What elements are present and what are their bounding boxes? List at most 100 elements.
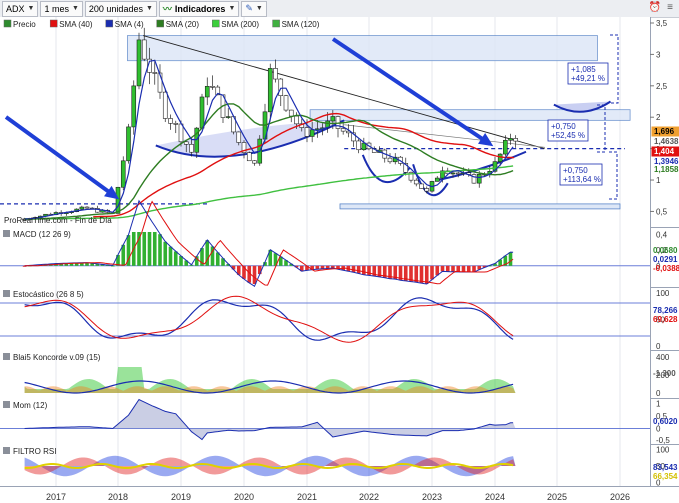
measure-box-top-text: +49,21 % xyxy=(571,74,605,83)
panel-value-label: 69,628 xyxy=(653,315,678,324)
candle-body xyxy=(178,123,184,143)
x-tick-label: 2017 xyxy=(46,492,66,502)
x-tick-label: 2022 xyxy=(359,492,379,502)
panel-icon xyxy=(3,447,10,454)
candle-body xyxy=(294,115,299,125)
chevron-down-icon: ▼ xyxy=(145,5,153,12)
panel-value-label: 78,266 xyxy=(653,306,678,315)
macd-histogram-bar xyxy=(461,265,466,272)
chevron-down-icon: ▼ xyxy=(255,5,263,12)
x-tick-label: 2023 xyxy=(422,492,442,502)
macd-histogram-bar xyxy=(163,241,168,266)
measure-box-low-text: +0,750 xyxy=(563,166,588,175)
candle-body xyxy=(387,157,393,163)
legend-swatch xyxy=(3,19,12,28)
macd-histogram-bar xyxy=(440,265,445,272)
units-label: 200 unidades xyxy=(88,3,143,14)
draw-button[interactable]: ✎ ▼ xyxy=(241,0,267,17)
measure-box-mid-text: +52,45 % xyxy=(551,131,585,140)
macd-histogram-bar xyxy=(445,265,450,272)
panel-tick-label: 0 xyxy=(656,342,661,351)
price-value-label: 1,4638 xyxy=(654,137,679,146)
panel-tick-label: 0,4 xyxy=(656,231,668,240)
macd-histogram-bar xyxy=(430,265,434,280)
symbol-select[interactable]: ADX ▼ xyxy=(2,0,39,17)
units-select[interactable]: 200 unidades ▼ xyxy=(84,0,157,17)
candle-body xyxy=(210,86,215,88)
price-tick-label: 2,5 xyxy=(656,82,668,91)
indicators-button[interactable]: 〰 Indicadores ▼ xyxy=(158,0,240,17)
macd-histogram-bar xyxy=(142,232,147,266)
legend-label: SMA (4) xyxy=(115,20,144,29)
panel-title: Blai5 Koncorde v.09 (15) xyxy=(13,353,101,362)
legend-swatch xyxy=(49,19,58,28)
candle-body xyxy=(304,127,310,137)
panel-value-label: 83,543 xyxy=(653,463,678,472)
candle-body xyxy=(273,68,278,80)
price-tick-label: 3 xyxy=(656,50,661,59)
macd-histogram-bar xyxy=(168,246,173,266)
macd-histogram-bar xyxy=(356,265,361,274)
candle-body xyxy=(309,129,315,137)
macd-histogram-bar xyxy=(419,265,424,283)
panel-tick-label: 100 xyxy=(656,289,670,298)
candle-body xyxy=(513,138,518,142)
measure-box-low-text: +113,64 % xyxy=(563,175,601,184)
period-label: 1 mes xyxy=(44,3,69,14)
panel-value-label: -1,300 xyxy=(653,369,676,378)
price-tick-label: 0,5 xyxy=(656,207,668,216)
panel-title: MACD (12 26 9) xyxy=(13,230,71,239)
panel-title: Estocástico (26 8 5) xyxy=(13,290,84,299)
alarm-icon[interactable]: ⏰ xyxy=(649,2,661,13)
panel-title: FILTRO RSI xyxy=(13,447,56,456)
measure-box-mid-text: +0,750 xyxy=(551,122,576,131)
legend-label: SMA (20) xyxy=(166,20,200,29)
candle-body xyxy=(162,91,168,119)
chevron-down-icon: ▼ xyxy=(27,5,35,12)
draw-icon: ✎ xyxy=(245,3,253,13)
x-tick-label: 2024 xyxy=(485,492,505,502)
macd-histogram-bar xyxy=(508,252,513,266)
panel-value-label: 0,0291 xyxy=(653,255,678,264)
macd-histogram-bar xyxy=(451,265,455,272)
toolbar: ADX ▼ 1 mes ▼ 200 unidades ▼ 〰 Indicadores ▼ … xyxy=(0,0,679,18)
menu-icon[interactable]: ≡ xyxy=(667,2,673,13)
candle-body xyxy=(356,140,361,151)
macd-histogram-bar xyxy=(362,265,366,275)
candle-body xyxy=(152,72,158,74)
legend-label: SMA (40) xyxy=(59,20,93,29)
candle-body xyxy=(288,109,294,117)
support-zone-low xyxy=(339,203,621,210)
candle-body xyxy=(183,141,189,145)
candle-body xyxy=(168,118,173,124)
candle-body xyxy=(79,206,85,210)
candle-body xyxy=(236,131,242,143)
symbol-label: ADX xyxy=(6,3,25,14)
panel-tick-label: 0 xyxy=(656,389,661,398)
legend-label: Precio xyxy=(13,20,36,29)
candle-body xyxy=(419,183,424,189)
candle-body xyxy=(450,172,456,175)
candle-body xyxy=(199,96,205,129)
x-tick-label: 2025 xyxy=(547,492,567,502)
chart-area: 2017 2018 2019 2020 2021 2022 2023 2024 2025 2026… xyxy=(0,17,679,502)
candle-body xyxy=(508,138,513,141)
price-tick-label: 3,5 xyxy=(656,19,668,28)
candle-body xyxy=(189,144,194,153)
window-icons: ⏰ ≡ xyxy=(649,2,673,13)
period-select[interactable]: 1 mes ▼ xyxy=(40,0,83,17)
panel-bg-mom xyxy=(0,398,650,444)
macd-histogram-bar xyxy=(367,265,371,276)
candle-body xyxy=(267,68,273,113)
candle-body xyxy=(330,116,336,122)
candle-body xyxy=(126,126,131,162)
candle-body xyxy=(120,160,126,188)
candle-body xyxy=(136,39,142,87)
macd-histogram-bar xyxy=(351,265,356,273)
price-value-label: 1,1858 xyxy=(654,165,679,174)
candle-body xyxy=(115,186,121,214)
macd-histogram-bar xyxy=(147,232,152,266)
candle-body xyxy=(84,206,90,209)
candle-body xyxy=(340,128,346,132)
panel-tick-label: 1 xyxy=(656,399,661,408)
